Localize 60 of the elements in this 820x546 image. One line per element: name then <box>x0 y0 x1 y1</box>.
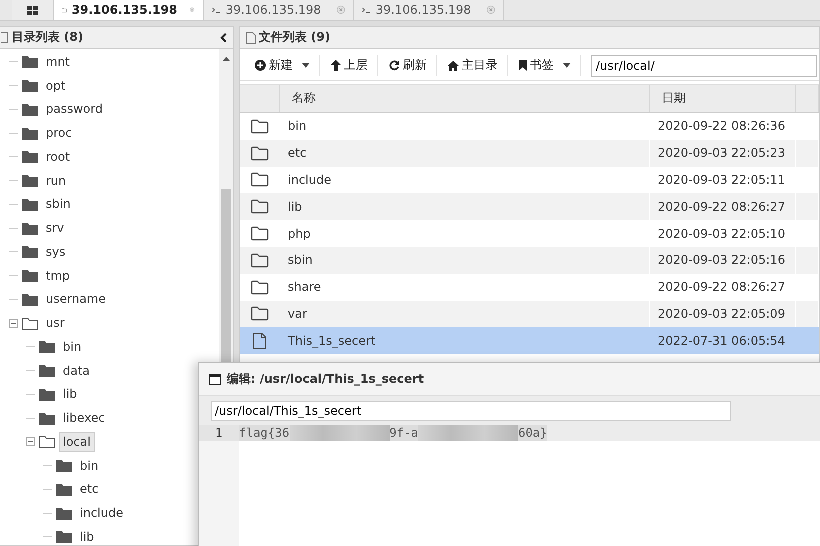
apps-tab[interactable] <box>12 0 54 20</box>
tab[interactable]: 39.106.135.198 <box>204 0 354 20</box>
folder-name[interactable]: libexec <box>59 408 110 428</box>
home-button[interactable]: 主目录 <box>439 55 508 76</box>
collapse-chevron-icon[interactable] <box>220 32 227 42</box>
folder-name[interactable]: bin <box>59 336 86 357</box>
file-name[interactable]: This_1s_secert <box>280 327 650 354</box>
folder-name[interactable]: opt <box>42 76 70 96</box>
terminal-icon <box>212 6 221 14</box>
folder-name[interactable]: tmp <box>42 266 74 286</box>
refresh-icon <box>389 60 400 71</box>
plus-circle-icon <box>255 60 266 71</box>
path-field[interactable]: /usr/local/ <box>591 54 817 76</box>
folder-name[interactable]: sys <box>42 242 70 262</box>
caret-icon <box>563 63 571 68</box>
folder-name[interactable]: include <box>76 503 128 524</box>
folder-name[interactable]: run <box>42 170 70 191</box>
folder-name[interactable]: username <box>42 289 110 310</box>
arrow-up-icon <box>331 60 341 71</box>
caret-icon <box>302 63 310 68</box>
grid-icon <box>27 6 38 14</box>
folder-name[interactable]: proc <box>42 123 76 144</box>
column-header[interactable]: 日期 <box>650 85 796 112</box>
code-text: 60a} <box>518 426 548 440</box>
folder-name[interactable]: lib <box>76 526 98 545</box>
bookmark-button[interactable]: 书签 <box>510 55 581 76</box>
folder-name[interactable]: lib <box>59 384 82 404</box>
tab[interactable]: 39.106.135.198 <box>54 0 204 20</box>
folder-name[interactable]: sbin <box>42 194 75 214</box>
window-title: 编辑: /usr/local/This_1s_secert <box>227 370 424 388</box>
column-header[interactable]: 名称 <box>280 85 650 112</box>
collapse-toggle-icon[interactable] <box>26 437 35 446</box>
line-number: 1 <box>199 425 239 441</box>
new-button[interactable]: 新建 <box>246 55 320 76</box>
home-icon <box>448 60 459 70</box>
scroll-up-icon[interactable] <box>222 57 230 61</box>
panel-title: 文件列表 (9) <box>259 29 330 46</box>
up-button[interactable]: 上层 <box>322 55 378 76</box>
window-icon <box>209 374 221 384</box>
file-icon <box>253 332 267 349</box>
folder-name[interactable]: bin <box>76 456 103 476</box>
folder-name[interactable]: srv <box>42 218 68 238</box>
panel-title: 目录列表 (8) <box>12 29 84 46</box>
path-field[interactable]: /usr/local/This_1s_secert <box>211 400 731 420</box>
collapse-toggle-icon[interactable] <box>9 318 18 328</box>
terminal-icon <box>362 6 371 14</box>
bookmark-icon <box>519 60 527 71</box>
folder-name[interactable]: local <box>59 432 95 452</box>
folder-name[interactable]: password <box>42 99 107 120</box>
folder-name[interactable]: etc <box>76 479 103 500</box>
folder-name[interactable]: usr <box>42 313 69 334</box>
folder-name[interactable]: data <box>59 360 94 381</box>
folder-name[interactable]: root <box>42 146 74 167</box>
date-cell: 2022-07-31 06:05:54 <box>650 327 796 354</box>
code-text: flag{36 <box>239 426 290 440</box>
folder-name[interactable]: mnt <box>42 52 74 72</box>
file-icon <box>246 32 256 44</box>
refresh-button[interactable]: 刷新 <box>380 55 437 76</box>
code-text: 9f-a <box>390 426 418 440</box>
tab[interactable]: 39.106.135.198 <box>354 0 504 20</box>
